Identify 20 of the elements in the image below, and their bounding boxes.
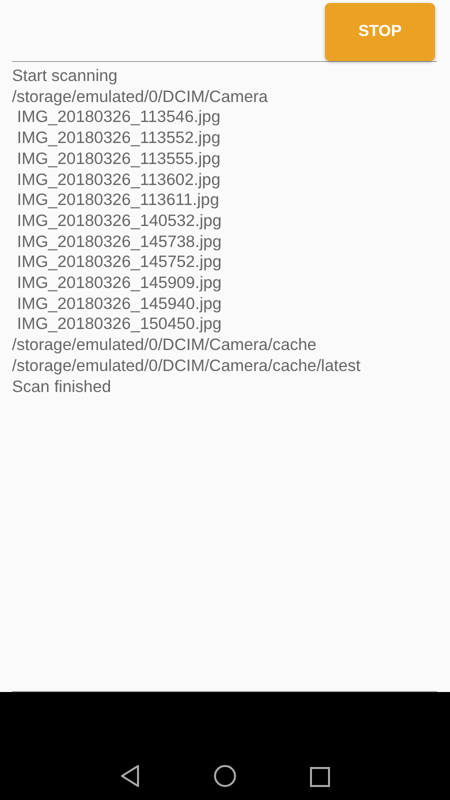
file-name: IMG_20180326_145738.jpg [16,232,223,252]
file-name: IMG_20180326_150450.jpg [16,314,223,336]
directory-path: /storage/emulated/0/DCIM/Camera/cache [12,335,318,356]
home-icon[interactable] [213,764,237,788]
status-message: Start scanning [12,66,118,87]
file-name: IMG_20180326_113546.jpg [16,107,222,128]
file-name: IMG_20180326_113611.jpg [16,190,220,211]
back-icon[interactable] [119,764,141,788]
file-name: IMG_20180326_113602.jpg [16,170,222,190]
file-name: IMG_20180326_145940.jpg [16,294,223,314]
stop-button[interactable]: STOP [325,3,435,61]
file-name: IMG_20180326_140532.jpg [16,210,223,232]
recents-icon[interactable] [309,766,331,788]
file-name: IMG_20180326_113552.jpg [16,128,222,149]
status-message: Scan finished [12,376,112,398]
directory-path: /storage/emulated/0/DCIM/Camera [12,86,269,108]
file-name: IMG_20180326_145909.jpg [16,273,223,294]
file-name: IMG_20180326_113555.jpg [16,148,222,170]
directory-path: /storage/emulated/0/DCIM/Camera/cache/latest [12,356,362,377]
file-name: IMG_20180326_145752.jpg [16,252,223,274]
